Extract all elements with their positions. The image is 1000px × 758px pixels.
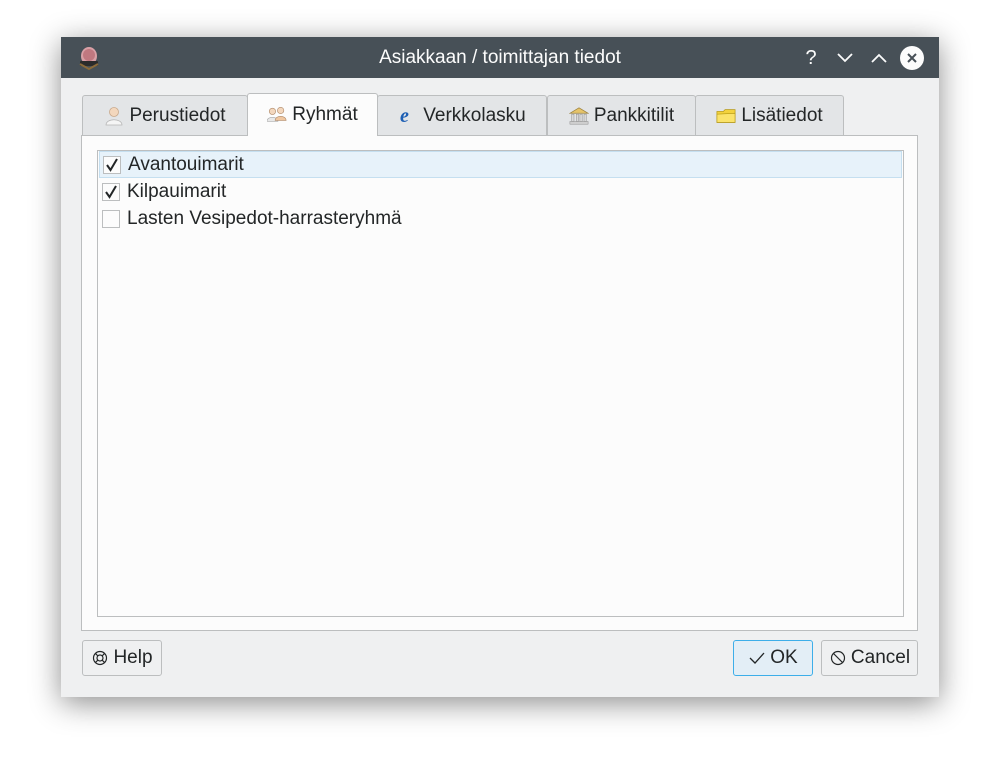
- tab-lisatiedot[interactable]: Lisätiedot: [695, 95, 844, 135]
- tab-label: Perustiedot: [129, 104, 226, 126]
- tab-label: Lisätiedot: [741, 104, 823, 126]
- person-icon: [104, 106, 124, 126]
- checkmark-icon: [748, 649, 766, 667]
- list-item-avantouimarit[interactable]: Avantouimarit: [99, 151, 902, 178]
- svg-text:e: e: [400, 106, 409, 126]
- list-item-lasten-vesipedot[interactable]: Lasten Vesipedot-harrasteryhmä: [99, 205, 902, 232]
- tab-pankkitilit[interactable]: Pankkitilit: [547, 95, 696, 135]
- checkbox-checked[interactable]: [102, 182, 120, 201]
- checkbox-unchecked[interactable]: [102, 209, 120, 228]
- group-label: Avantouimarit: [128, 153, 244, 175]
- close-icon[interactable]: [899, 45, 925, 71]
- question-icon[interactable]: ?: [798, 45, 824, 71]
- tab-label: Verkkolasku: [423, 104, 526, 126]
- cancel-icon: [829, 649, 847, 667]
- chevron-up-icon[interactable]: [866, 45, 892, 71]
- list-item-kilpauimarit[interactable]: Kilpauimarit: [99, 178, 902, 205]
- groups-list[interactable]: Avantouimarit Kilpauimarit Lasten Vesipe…: [97, 150, 904, 617]
- bank-icon: [568, 106, 589, 126]
- group-label: Lasten Vesipedot-harrasteryhmä: [127, 207, 402, 229]
- ok-button[interactable]: OK: [733, 640, 813, 676]
- dialog-window: Asiakkaan / toimittajan tiedot ? Perusti…: [61, 37, 939, 697]
- e-invoice-icon: e: [398, 106, 418, 126]
- titlebar[interactable]: Asiakkaan / toimittajan tiedot ?: [61, 37, 939, 78]
- chevron-down-icon[interactable]: [832, 45, 858, 71]
- ok-button-label: OK: [770, 647, 798, 668]
- tab-panel-ryhmat: Avantouimarit Kilpauimarit Lasten Vesipe…: [81, 135, 918, 631]
- cancel-button-label: Cancel: [850, 647, 911, 668]
- lifebuoy-icon: [91, 649, 109, 667]
- checkbox-checked[interactable]: [103, 155, 121, 174]
- group-label: Kilpauimarit: [127, 180, 227, 202]
- tab-label: Ryhmät: [292, 104, 358, 125]
- tab-verkkolasku[interactable]: e Verkkolasku: [377, 95, 547, 135]
- tab-perustiedot[interactable]: Perustiedot: [82, 95, 248, 135]
- help-button[interactable]: Help: [82, 640, 162, 676]
- folder-icon: [716, 106, 736, 126]
- tab-bar: Perustiedot Ryhmät e Verkkolasku Pankkit…: [82, 93, 882, 136]
- tab-label: Pankkitilit: [593, 104, 675, 126]
- group-icon: [267, 105, 287, 125]
- help-button-label: Help: [113, 647, 153, 668]
- tab-ryhmat[interactable]: Ryhmät: [247, 93, 378, 136]
- cancel-button[interactable]: Cancel: [821, 640, 918, 676]
